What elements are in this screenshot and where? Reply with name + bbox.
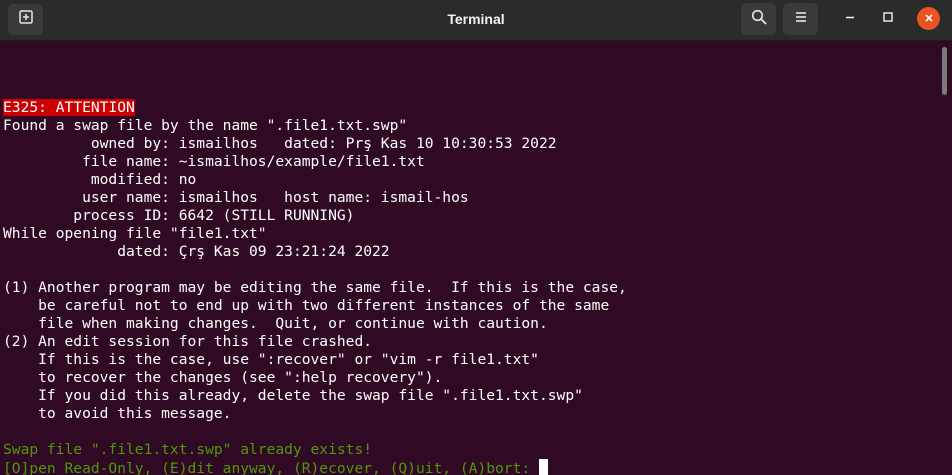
new-tab-button[interactable] bbox=[8, 4, 43, 35]
maximize-icon bbox=[882, 10, 894, 28]
search-icon bbox=[751, 9, 767, 30]
search-button[interactable] bbox=[741, 3, 776, 35]
output-line: process ID: 6642 (STILL RUNNING) bbox=[3, 207, 355, 224]
output-line: (1) Another program may be editing the s… bbox=[3, 279, 627, 296]
close-button[interactable] bbox=[917, 7, 940, 30]
recovery-prompt: [O]pen Read-Only, (E)dit anyway, (R)ecov… bbox=[3, 459, 548, 475]
menu-button[interactable] bbox=[783, 3, 818, 35]
minimize-button[interactable] bbox=[838, 7, 862, 31]
output-line: to recover the changes (see ":help recov… bbox=[3, 369, 443, 386]
terminal-output[interactable]: E325: ATTENTION Found a swap file by the… bbox=[0, 42, 952, 475]
output-line: Found a swap file by the name ".file1.tx… bbox=[3, 117, 408, 134]
new-tab-icon bbox=[18, 9, 34, 30]
output-line: file when making changes. Quit, or conti… bbox=[3, 315, 548, 332]
maximize-button[interactable] bbox=[876, 7, 900, 31]
hamburger-menu-icon bbox=[794, 10, 808, 29]
close-icon bbox=[924, 10, 934, 28]
title-bar: Terminal bbox=[0, 0, 952, 41]
output-line: (2) An edit session for this file crashe… bbox=[3, 333, 373, 350]
output-line: While opening file "file1.txt" bbox=[3, 225, 267, 242]
error-line: E325: ATTENTION bbox=[3, 99, 135, 117]
output-line: modified: no bbox=[3, 171, 197, 188]
output-line: dated: Çrş Kas 09 23:21:24 2022 bbox=[3, 243, 390, 260]
prompt-text: [O]pen Read-Only, (E)dit anyway, (R)ecov… bbox=[3, 460, 539, 475]
text-cursor bbox=[538, 459, 548, 475]
error-code: E325: ATTENTION bbox=[3, 99, 135, 116]
window-title: Terminal bbox=[447, 11, 505, 27]
output-line: owned by: ismailhos dated: Prş Kas 10 10… bbox=[3, 135, 557, 152]
output-line: file name: ~ismailhos/example/file1.txt bbox=[3, 153, 425, 170]
output-line: If you did this already, delete the swap… bbox=[3, 387, 583, 404]
terminal-window: Terminal E325: ATTENTION Found a swap fi… bbox=[0, 0, 952, 475]
output-line: to avoid this message. bbox=[3, 405, 232, 422]
output-line: be careful not to end up with two differ… bbox=[3, 297, 610, 314]
output-line: If this is the case, use ":recover" or "… bbox=[3, 351, 539, 368]
swap-warning: Swap file ".file1.txt.swp" already exist… bbox=[3, 441, 373, 458]
output-line: user name: ismailhos host name: ismail-h… bbox=[3, 189, 469, 206]
scrollbar[interactable] bbox=[942, 47, 947, 95]
minimize-icon bbox=[844, 10, 856, 28]
